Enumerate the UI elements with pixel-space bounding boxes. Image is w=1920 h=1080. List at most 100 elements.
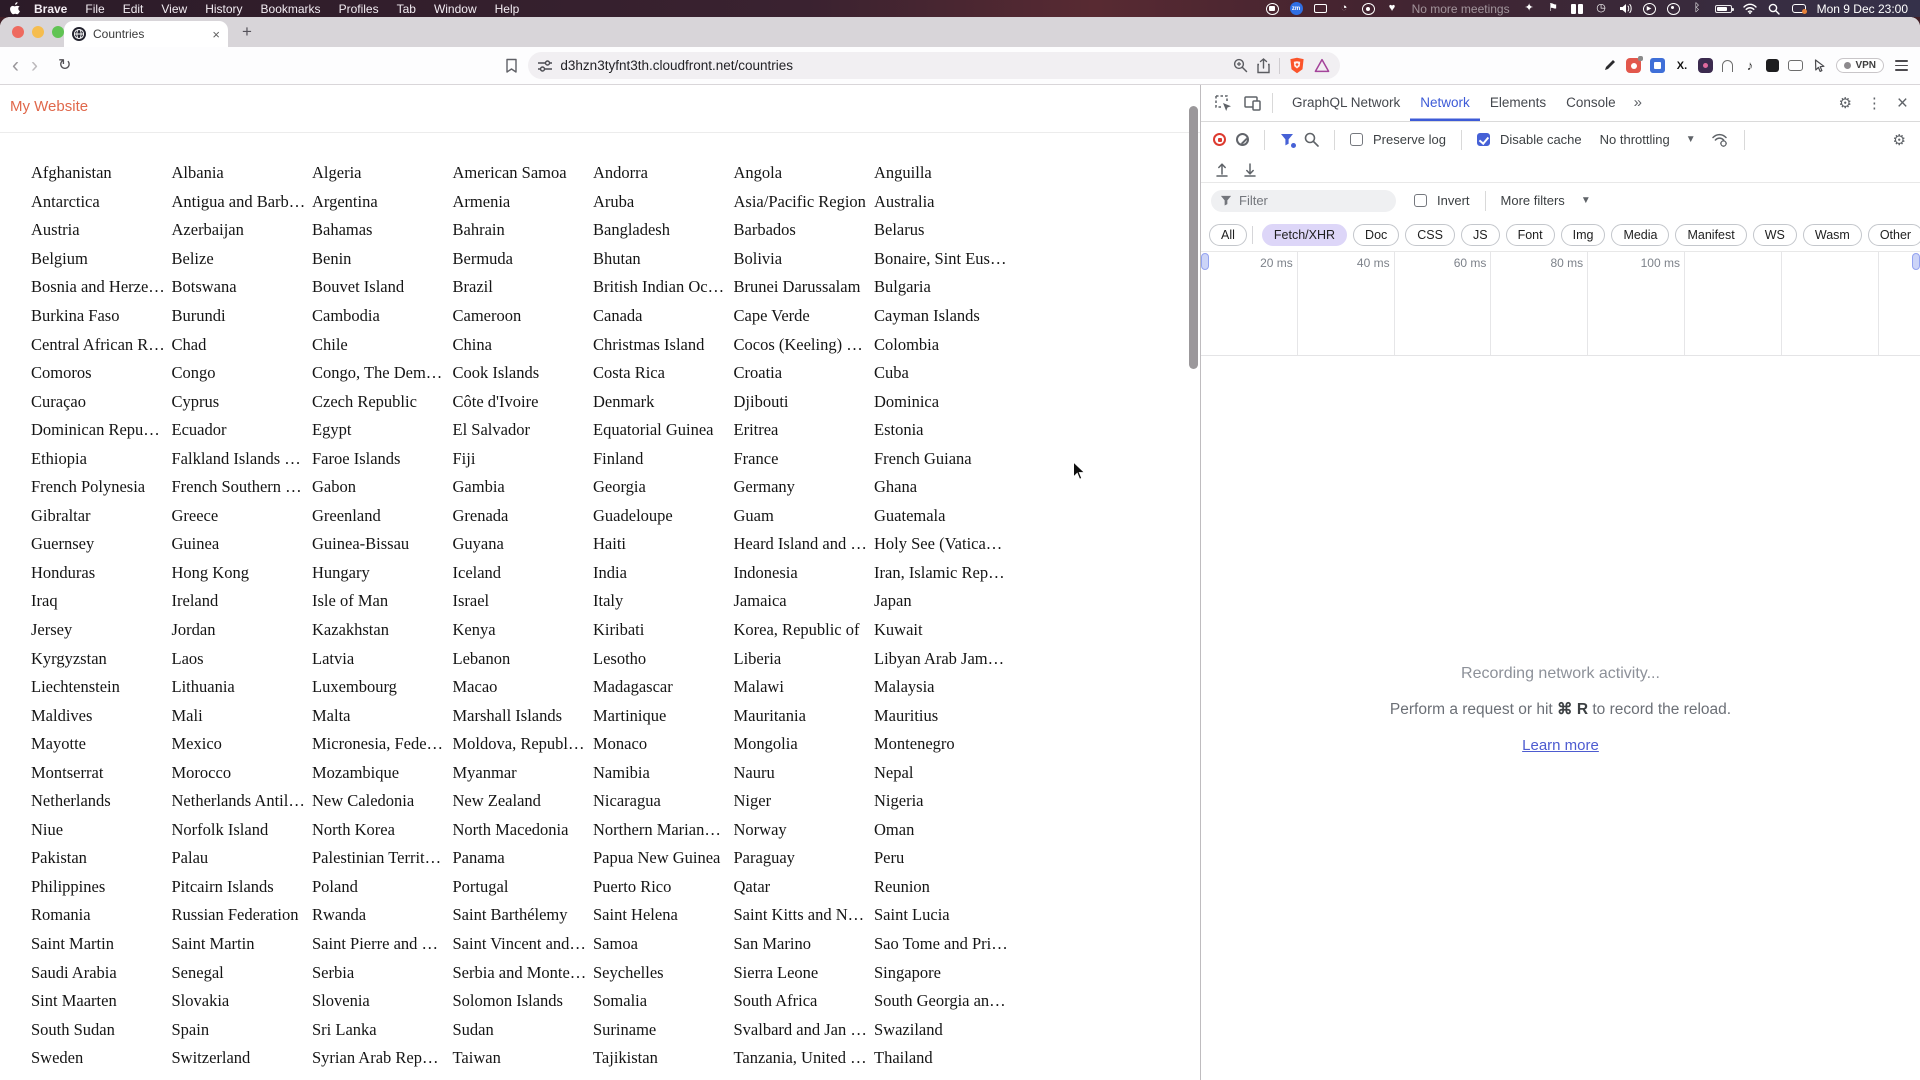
disable-cache-label[interactable]: Disable cache bbox=[1500, 132, 1582, 147]
back-button[interactable]: ‹ bbox=[6, 55, 25, 76]
throttling-select[interactable]: No throttling bbox=[1600, 132, 1670, 147]
network-search-icon[interactable] bbox=[1304, 132, 1319, 147]
x-dot-extension-icon[interactable]: X. bbox=[1674, 58, 1689, 73]
bookmark-icon[interactable] bbox=[505, 58, 518, 74]
control-center-icon[interactable] bbox=[1791, 4, 1807, 14]
devtools-kebab-menu-icon[interactable]: ⋮ bbox=[1867, 94, 1882, 112]
clear-network-log-button[interactable] bbox=[1236, 133, 1249, 146]
spark-icon[interactable]: ✦ bbox=[1523, 2, 1536, 15]
request-type-chip[interactable]: WS bbox=[1752, 223, 1797, 246]
preserve-log-label[interactable]: Preserve log bbox=[1373, 132, 1446, 147]
record-network-log-button[interactable] bbox=[1213, 133, 1226, 146]
export-har-icon[interactable] bbox=[1243, 162, 1257, 177]
menubar-menu-item[interactable]: Bookmarks bbox=[252, 2, 330, 16]
request-type-chip[interactable]: Other bbox=[1867, 223, 1920, 246]
red-extension-icon[interactable] bbox=[1626, 56, 1644, 73]
overview-left-handle[interactable] bbox=[1201, 253, 1209, 270]
import-har-icon[interactable] bbox=[1215, 162, 1229, 177]
device-toolbar-icon[interactable] bbox=[1238, 95, 1267, 111]
fullscreen-window-button[interactable] bbox=[52, 26, 64, 38]
devtools-tab[interactable]: Elements bbox=[1480, 85, 1556, 121]
preserve-log-checkbox[interactable] bbox=[1350, 133, 1363, 146]
browser-menu-icon[interactable] bbox=[1893, 58, 1910, 72]
speaker-icon[interactable] bbox=[1619, 2, 1632, 15]
clock-app-icon[interactable]: ◔ bbox=[1338, 2, 1351, 15]
inspect-element-icon[interactable] bbox=[1209, 94, 1238, 112]
menubar-menu-item[interactable]: History bbox=[196, 2, 251, 16]
url-input[interactable] bbox=[560, 58, 1226, 73]
screen-record-icon[interactable] bbox=[1265, 2, 1279, 15]
request-type-chip[interactable]: Fetch/XHR bbox=[1261, 223, 1348, 246]
request-type-chip[interactable]: Font bbox=[1505, 223, 1555, 246]
browser-tab-countries[interactable]: Countries × bbox=[64, 21, 228, 47]
url-bar[interactable] bbox=[528, 52, 1341, 79]
disable-cache-checkbox[interactable] bbox=[1476, 133, 1490, 146]
play-circle-icon[interactable]: ▶ bbox=[1642, 2, 1656, 15]
request-type-chip[interactable]: CSS bbox=[1405, 223, 1455, 246]
ghost-extension-icon[interactable] bbox=[1722, 59, 1734, 72]
blue-extension-icon[interactable] bbox=[1650, 58, 1666, 73]
menubar-menu-item[interactable]: View bbox=[152, 2, 196, 16]
throttling-caret-icon[interactable]: ▼ bbox=[1686, 134, 1696, 145]
menubar-menu-item[interactable]: Tab bbox=[388, 2, 425, 16]
card-extension-icon[interactable] bbox=[1788, 60, 1804, 71]
call-app-icon[interactable] bbox=[1361, 2, 1375, 15]
devtools-tab[interactable]: Network bbox=[1410, 85, 1480, 121]
more-tabs-icon[interactable]: » bbox=[1626, 85, 1650, 121]
spotlight-search-icon[interactable] bbox=[1768, 2, 1781, 15]
request-type-chip[interactable]: Manifest bbox=[1675, 223, 1747, 246]
brave-shield-icon[interactable] bbox=[1289, 57, 1305, 74]
filter-input-pill[interactable] bbox=[1211, 189, 1396, 212]
bluetooth-icon[interactable]: ᛒ bbox=[1691, 2, 1704, 15]
apple-menu-icon[interactable] bbox=[10, 2, 21, 15]
more-filters-button[interactable]: More filters bbox=[1501, 193, 1565, 208]
wifi-icon[interactable] bbox=[1742, 2, 1757, 15]
request-type-chip[interactable]: JS bbox=[1460, 223, 1500, 246]
purple-extension-icon[interactable] bbox=[1698, 58, 1714, 73]
forward-button[interactable]: › bbox=[25, 55, 44, 76]
site-settings-tune-icon[interactable] bbox=[538, 59, 553, 72]
menubar-menu-item[interactable]: Help bbox=[486, 2, 529, 16]
tab-close-icon[interactable]: × bbox=[212, 28, 220, 41]
window-tiles-icon[interactable] bbox=[1571, 2, 1584, 15]
meetings-status[interactable]: No more meetings bbox=[1412, 2, 1510, 16]
filter-input[interactable] bbox=[1239, 193, 1374, 208]
invert-label[interactable]: Invert bbox=[1437, 193, 1470, 208]
learn-more-link[interactable]: Learn more bbox=[1522, 737, 1599, 754]
menubar-menu-item[interactable]: Window bbox=[425, 2, 486, 16]
minimize-window-button[interactable] bbox=[32, 26, 44, 38]
request-type-chip[interactable]: Media bbox=[1611, 223, 1670, 246]
request-type-chip[interactable]: All bbox=[1209, 223, 1253, 246]
pen-extension-icon[interactable] bbox=[1602, 58, 1617, 73]
invert-checkbox[interactable] bbox=[1414, 194, 1427, 207]
cursor-extension-icon[interactable] bbox=[1812, 58, 1827, 73]
user-circle-icon[interactable] bbox=[1666, 2, 1680, 15]
filter-toggle-icon[interactable] bbox=[1280, 133, 1296, 148]
devtools-close-icon[interactable]: × bbox=[1897, 94, 1908, 113]
zoom-page-icon[interactable] bbox=[1233, 58, 1248, 73]
request-type-chip[interactable]: Img bbox=[1560, 223, 1606, 246]
menubar-menu-item[interactable]: Edit bbox=[114, 2, 153, 16]
menubar-menu-item[interactable]: File bbox=[76, 2, 113, 16]
network-settings-gear-icon[interactable]: ⚙ bbox=[1893, 131, 1920, 149]
devtools-tab[interactable]: GraphQL Network bbox=[1282, 85, 1410, 121]
battery-icon[interactable] bbox=[1714, 4, 1734, 13]
request-type-chip[interactable]: Doc bbox=[1353, 223, 1400, 246]
overview-right-handle[interactable] bbox=[1912, 253, 1920, 270]
menubar-menu-item[interactable]: Profiles bbox=[330, 2, 388, 16]
vpn-button[interactable]: VPN bbox=[1836, 58, 1884, 73]
keyboard-icon[interactable] bbox=[1313, 4, 1327, 13]
page-scrollbar-thumb[interactable] bbox=[1189, 106, 1198, 369]
brave-rewards-triangle-icon[interactable] bbox=[1314, 58, 1330, 73]
zoom-app-icon[interactable]: zm bbox=[1289, 2, 1303, 15]
request-type-chip[interactable]: Wasm bbox=[1802, 223, 1862, 246]
new-tab-button[interactable]: + bbox=[242, 21, 252, 43]
timer-icon[interactable]: ◷ bbox=[1595, 2, 1608, 15]
music-note-extension-icon[interactable]: ♪ bbox=[1742, 58, 1757, 73]
menubar-clock[interactable]: Mon 9 Dec 23:00 bbox=[1817, 2, 1908, 16]
reload-button[interactable]: ↻ bbox=[52, 57, 77, 74]
more-filters-caret-icon[interactable]: ▼ bbox=[1581, 195, 1591, 206]
network-conditions-icon[interactable] bbox=[1711, 133, 1729, 147]
share-icon[interactable] bbox=[1257, 57, 1271, 74]
heart-icon[interactable]: ♥ bbox=[1386, 2, 1399, 15]
